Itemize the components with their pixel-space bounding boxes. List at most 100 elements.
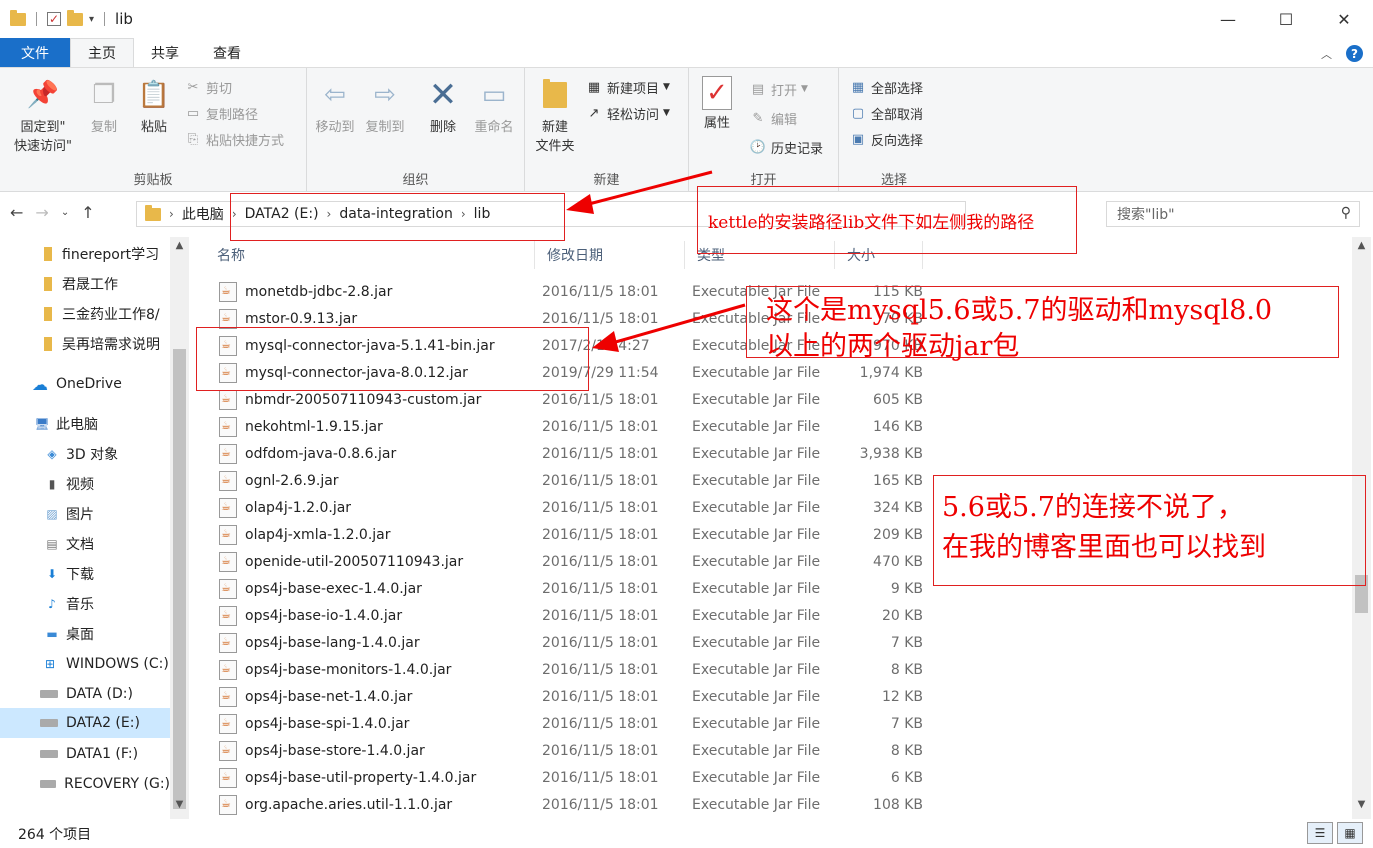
file-row[interactable]: ops4j-base-spi-1.4.0.jar 2016/11/5 18:01 E… xyxy=(205,710,935,737)
search-input[interactable]: 搜索"lib" ⚲ xyxy=(1106,201,1360,227)
move-to-button[interactable]: ⇦ 移动到 xyxy=(313,76,357,137)
status-bar: 264 个项目 xyxy=(0,820,1373,848)
file-name-cell: odfdom-java-0.8.6.jar xyxy=(205,443,535,464)
edit-button[interactable]: ✎ 编辑 xyxy=(749,107,797,129)
sidebar-item-desktop[interactable]: ▬ 桌面 xyxy=(0,620,170,648)
new-folder-button[interactable]: 新建 文件夹 xyxy=(531,76,579,156)
select-all-icon: ▦ xyxy=(851,79,865,95)
sidebar-item-drive-e[interactable]: DATA2 (E:) xyxy=(0,708,170,738)
copy-icon: ❐ xyxy=(92,79,116,110)
file-name: ops4j-base-monitors-1.4.0.jar xyxy=(245,661,452,678)
file-row[interactable]: ops4j-base-io-1.4.0.jar 2016/11/5 18:01 Ex… xyxy=(205,602,935,629)
file-name-cell: olap4j-xmla-1.2.0.jar xyxy=(205,524,535,545)
details-view-icon[interactable]: ☰ xyxy=(1307,822,1333,844)
maximize-button[interactable]: ☐ xyxy=(1257,0,1315,38)
delete-button[interactable]: ✕ 删除 xyxy=(425,76,461,137)
collapse-ribbon-icon[interactable]: ︿ xyxy=(1321,46,1332,62)
sidebar-item-drive-g[interactable]: RECOVERY (G:) xyxy=(0,770,170,798)
select-none-button[interactable]: ▢ 全部取消 xyxy=(849,102,923,124)
recent-locations-icon[interactable]: ⌄ xyxy=(61,207,69,218)
sidebar-item-downloads[interactable]: ⬇ 下载 xyxy=(0,560,170,588)
tab-home[interactable]: 主页 xyxy=(70,38,134,67)
file-row[interactable]: org.apache.aries.util-1.1.0.jar 2016/11/5… xyxy=(205,791,935,818)
file-row[interactable]: nekohtml-1.9.15.jar 2016/11/5 18:01 Execut… xyxy=(205,413,935,440)
tab-share[interactable]: 共享 xyxy=(134,38,196,67)
sidebar-item-music[interactable]: ♪ 音乐 xyxy=(0,590,170,618)
sidebar-item-finereport[interactable]: finereport学习 xyxy=(0,240,170,268)
file-name: ops4j-base-exec-1.4.0.jar xyxy=(245,580,422,597)
customize-toolbar-icon[interactable]: ▾ xyxy=(89,14,94,25)
sidebar-item-wuzaipei[interactable]: 吴再培需求说明 xyxy=(0,330,170,358)
drive-icon xyxy=(40,690,58,698)
up-arrow-icon[interactable]: ↑ xyxy=(81,203,94,222)
sidebar-scroll-thumb[interactable] xyxy=(173,349,186,809)
close-button[interactable]: ✕ xyxy=(1315,0,1373,38)
new-group: 新建 文件夹 ▦ 新建项目 ▼ ↗ 轻松访问 ▼ 新建 xyxy=(525,68,689,192)
minimize-button[interactable]: — xyxy=(1199,0,1257,38)
quick-access-toolbar: ✓ ▾ xyxy=(0,9,109,26)
sidebar-item-drive-c[interactable]: ⊞ WINDOWS (C:) xyxy=(0,650,170,678)
file-row[interactable]: ops4j-base-monitors-1.4.0.jar 2016/11/5 1… xyxy=(205,656,935,683)
sidebar-scrollbar[interactable]: ▲ ▼ xyxy=(170,237,189,819)
cut-button[interactable]: ✂ 剪切 xyxy=(184,76,232,98)
file-row[interactable]: ops4j-base-lang-1.4.0.jar 2016/11/5 18:01… xyxy=(205,629,935,656)
file-row[interactable]: openide-util-200507110943.jar 2016/11/5 1… xyxy=(205,548,935,575)
file-row[interactable]: ops4j-base-store-1.4.0.jar 2016/11/5 18:0… xyxy=(205,737,935,764)
new-folder-icon[interactable] xyxy=(67,9,83,26)
properties-button[interactable]: ✓ 属性 xyxy=(697,76,737,133)
sidebar-item-this-pc[interactable]: 🖥 此电脑 xyxy=(0,410,170,438)
new-item-button[interactable]: ▦ 新建项目 ▼ xyxy=(585,76,670,98)
sidebar-item-pictures[interactable]: ▨ 图片 xyxy=(0,500,170,528)
select-all-button[interactable]: ▦ 全部选择 xyxy=(849,76,923,98)
sidebar-item-junsheng[interactable]: 君晟工作 xyxy=(0,270,170,298)
paste-button[interactable]: 📋 粘贴 xyxy=(134,76,174,137)
file-row[interactable]: ops4j-base-net-1.4.0.jar 2016/11/5 18:01 E… xyxy=(205,683,935,710)
sidebar-item-drive-d[interactable]: DATA (D:) xyxy=(0,680,170,708)
invert-selection-button[interactable]: ▣ 反向选择 xyxy=(849,128,923,150)
scroll-down-icon[interactable]: ▼ xyxy=(1352,799,1371,816)
file-name-cell: ops4j-base-exec-1.4.0.jar xyxy=(205,578,535,599)
sidebar-item-onedrive[interactable]: ☁ OneDrive xyxy=(0,370,170,398)
sidebar-item-drive-f[interactable]: DATA1 (F:) xyxy=(0,740,170,768)
rename-button[interactable]: ▭ 重命名 xyxy=(469,76,519,137)
desktop-icon: ▬ xyxy=(46,627,58,641)
help-icon[interactable]: ? xyxy=(1346,45,1363,62)
scroll-up-icon[interactable]: ▲ xyxy=(1352,240,1371,257)
drive-icon xyxy=(40,719,58,727)
sidebar-item-documents[interactable]: ▤ 文档 xyxy=(0,530,170,558)
file-type: Executable Jar File xyxy=(692,472,821,489)
file-row[interactable]: ops4j-base-util-property-1.4.0.jar 2016/1… xyxy=(205,764,935,791)
large-icons-view-icon[interactable]: ▦ xyxy=(1337,822,1363,844)
file-row[interactable]: olap4j-xmla-1.2.0.jar 2016/11/5 18:01 Exec… xyxy=(205,521,935,548)
copy-button[interactable]: ❐ 复制 xyxy=(84,76,124,137)
tab-view[interactable]: 查看 xyxy=(196,38,258,67)
copy-to-button[interactable]: ⇨ 复制到 xyxy=(363,76,407,137)
tab-file[interactable]: 文件 xyxy=(0,38,70,67)
sidebar-item-3d-objects[interactable]: ◈ 3D 对象 xyxy=(0,440,170,468)
forward-arrow-icon[interactable]: → xyxy=(35,203,48,222)
pin-quick-access-button[interactable]: 📌 固定到" 快速访问" xyxy=(10,76,76,156)
column-name[interactable]: 名称 xyxy=(205,241,535,269)
file-date: 2016/11/5 18:01 xyxy=(542,715,659,732)
breadcrumb-this-pc[interactable]: 此电脑 xyxy=(182,204,224,224)
open-button[interactable]: ▤ 打开 ▼ xyxy=(749,78,808,100)
scroll-up-icon[interactable]: ▲ xyxy=(170,240,189,257)
jar-file-icon xyxy=(219,551,237,572)
file-row[interactable]: odfdom-java-0.8.6.jar 2016/11/5 18:01 Exec… xyxy=(205,440,935,467)
search-icon[interactable]: ⚲ xyxy=(1341,205,1351,221)
file-row[interactable]: ognl-2.6.9.jar 2016/11/5 18:01 Executable … xyxy=(205,467,935,494)
sidebar-item-sanjin[interactable]: 三金药业工作8/ xyxy=(0,300,170,328)
column-date[interactable]: 修改日期 xyxy=(535,241,685,269)
history-button[interactable]: 🕑 历史记录 xyxy=(749,136,823,158)
copy-path-button[interactable]: ▭ 复制路径 xyxy=(184,102,258,124)
file-row[interactable]: olap4j-1.2.0.jar 2016/11/5 18:01 Executabl… xyxy=(205,494,935,521)
easy-access-button[interactable]: ↗ 轻松访问 ▼ xyxy=(585,102,670,124)
sidebar-item-videos[interactable]: ▮ 视频 xyxy=(0,470,170,498)
paste-shortcut-button[interactable]: ⎘ 粘贴快捷方式 xyxy=(184,128,284,150)
properties-icon[interactable]: ✓ xyxy=(47,12,61,26)
file-name-cell: mstor-0.9.13.jar xyxy=(205,308,535,329)
back-arrow-icon[interactable]: ← xyxy=(10,203,23,222)
file-row[interactable]: ops4j-base-exec-1.4.0.jar 2016/11/5 18:01… xyxy=(205,575,935,602)
file-size: 6 KB xyxy=(890,769,923,786)
scroll-down-icon[interactable]: ▼ xyxy=(170,799,189,816)
